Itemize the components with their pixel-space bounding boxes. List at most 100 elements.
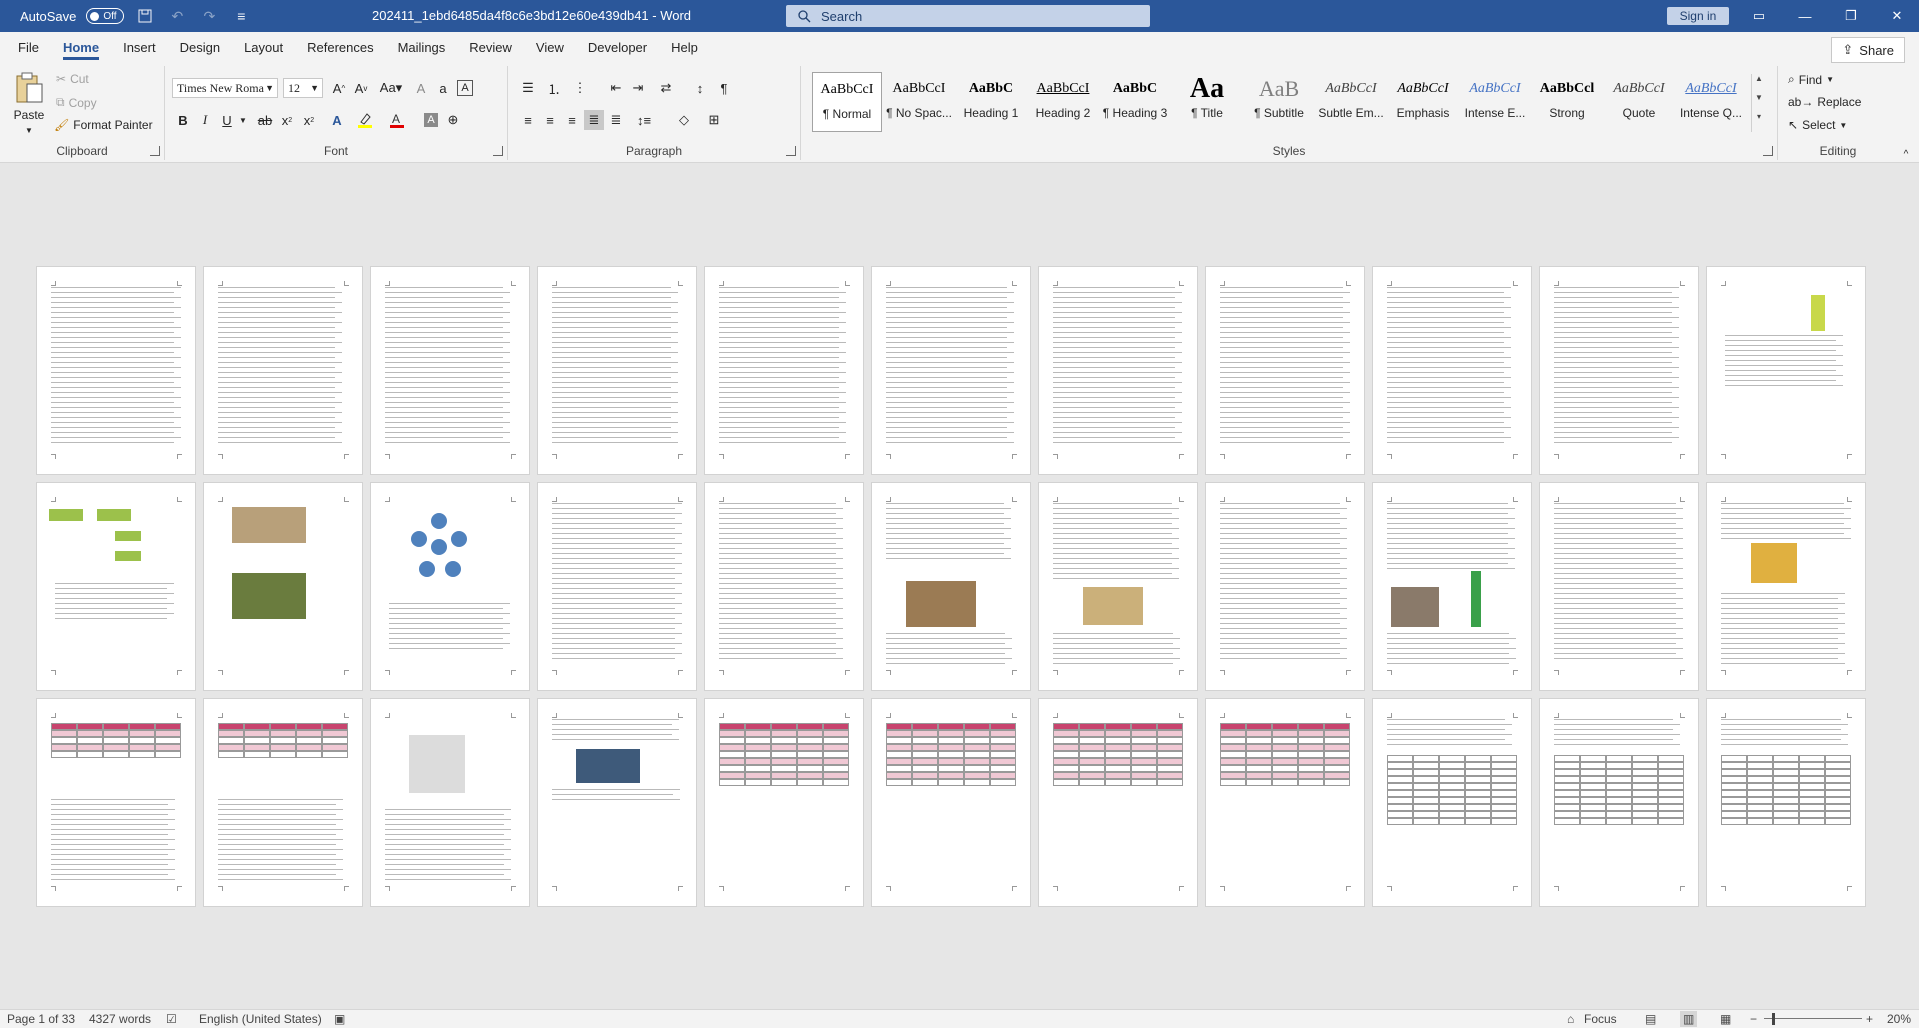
style-no-spacing[interactable]: AaBbCcI ¶ No Spac... (884, 72, 954, 132)
style-quote[interactable]: AaBbCcI Quote (1604, 72, 1674, 132)
distributed-icon[interactable]: ≣ (606, 110, 626, 130)
tab-design[interactable]: Design (168, 32, 232, 64)
chevron-down-icon[interactable]: ▼ (233, 110, 253, 130)
scroll-down-icon[interactable]: ▼ (1752, 93, 1766, 112)
style-heading-3[interactable]: AaBbC ¶ Heading 3 (1100, 72, 1170, 132)
clipboard-launcher-icon[interactable]: l (150, 146, 160, 156)
phonetic-guide-icon[interactable]: a (433, 78, 453, 98)
styles-gallery-scroll[interactable]: ▲ ▼ ▾ (1751, 74, 1766, 132)
replace-button[interactable]: ab→ Replace (1788, 95, 1861, 109)
style-heading-1[interactable]: AaBbC Heading 1 (956, 72, 1026, 132)
page-thumbnail[interactable] (705, 483, 863, 690)
page-thumbnail[interactable] (204, 483, 362, 690)
justify-icon[interactable]: ≣ (584, 110, 604, 130)
ribbon-display-options-icon[interactable]: ▭ (1736, 0, 1782, 32)
show-formatting-marks-icon[interactable]: ¶ (714, 78, 734, 98)
page-thumbnail[interactable] (204, 267, 362, 474)
autosave-toggle[interactable]: Off (86, 8, 125, 24)
highlight-icon[interactable] (355, 110, 375, 130)
minimize-icon[interactable]: — (1782, 0, 1828, 32)
page-count[interactable]: Page 1 of 33 (7, 1011, 75, 1027)
restore-icon[interactable]: ❐ (1828, 0, 1874, 32)
focus-icon[interactable]: ⌂ (1567, 1011, 1574, 1027)
select-button[interactable]: ↖ Select ▼ (1788, 118, 1847, 132)
page-thumbnail[interactable] (371, 699, 529, 906)
redo-icon[interactable]: ↷ (198, 5, 220, 27)
page-thumbnail[interactable] (1540, 699, 1698, 906)
paste-button[interactable]: Paste ▼ (10, 72, 48, 135)
word-count[interactable]: 4327 words (89, 1011, 151, 1027)
font-size-combo[interactable]: 12 ▼ (283, 78, 323, 98)
page-thumbnail[interactable] (1707, 267, 1865, 474)
page-thumbnail[interactable] (1373, 267, 1531, 474)
page-thumbnail[interactable] (872, 267, 1030, 474)
decrease-indent-icon[interactable]: ⇤ (606, 78, 626, 98)
page-thumbnail[interactable] (371, 267, 529, 474)
tab-references[interactable]: References (295, 32, 385, 64)
style-title[interactable]: Aa ¶ Title (1172, 72, 1242, 132)
print-layout-icon[interactable]: ▥ (1680, 1011, 1698, 1027)
page-thumbnail[interactable] (1707, 483, 1865, 690)
styles-launcher-icon[interactable]: l (1763, 146, 1773, 156)
proofing-icon[interactable]: ☑ (166, 1011, 177, 1027)
page-thumbnail[interactable] (1373, 699, 1531, 906)
shrink-font-icon[interactable]: Av (351, 78, 371, 98)
tab-view[interactable]: View (524, 32, 576, 64)
bold-icon[interactable]: B (173, 110, 193, 130)
page-thumbnail[interactable] (1039, 483, 1197, 690)
borders-icon[interactable]: ⊞ (704, 110, 724, 130)
copy-button[interactable]: ⧉ Copy (56, 95, 97, 110)
macro-record-icon[interactable]: ▣ (334, 1011, 345, 1027)
page-thumbnail[interactable] (705, 699, 863, 906)
numbering-icon[interactable]: ⒈ (544, 78, 564, 98)
style-subtle-emphasis[interactable]: AaBbCcI Subtle Em... (1316, 72, 1386, 132)
page-thumbnail[interactable] (1039, 699, 1197, 906)
strikethrough-icon[interactable]: ab (255, 110, 275, 130)
expand-gallery-icon[interactable]: ▾ (1752, 112, 1766, 131)
align-left-icon[interactable]: ≡ (518, 110, 538, 130)
page-thumbnail[interactable] (37, 699, 195, 906)
find-button[interactable]: ⌕ Find ▼ (1788, 72, 1834, 87)
align-right-icon[interactable]: ≡ (562, 110, 582, 130)
text-effects-icon[interactable]: A (327, 110, 347, 130)
sign-in-button[interactable]: Sign in (1667, 7, 1729, 25)
cut-button[interactable]: ✂ Cut (56, 72, 89, 86)
shading-icon[interactable]: ◇ (674, 110, 694, 130)
page-thumbnail[interactable] (1206, 483, 1364, 690)
customize-qat-icon[interactable]: ≡ (230, 5, 252, 27)
increase-indent-icon[interactable]: ⇥ (628, 78, 648, 98)
style-intense-quote[interactable]: AaBbCcI Intense Q... (1676, 72, 1746, 132)
document-canvas[interactable] (0, 163, 1919, 1009)
subscript-icon[interactable]: x2 (277, 110, 297, 130)
zoom-out-icon[interactable]: − (1750, 1011, 1757, 1027)
page-thumbnail[interactable] (1206, 267, 1364, 474)
tab-file[interactable]: File (6, 32, 51, 64)
sort-direction-icon[interactable]: ⇄ (656, 78, 676, 98)
search-box[interactable]: Search (786, 5, 1150, 27)
superscript-icon[interactable]: x2 (299, 110, 319, 130)
page-thumbnail[interactable] (872, 699, 1030, 906)
page-thumbnail[interactable] (1039, 267, 1197, 474)
save-icon[interactable] (134, 5, 156, 27)
zoom-level[interactable]: 20% (1887, 1011, 1911, 1027)
style-heading-2[interactable]: AaBbCcI Heading 2 (1028, 72, 1098, 132)
language-indicator[interactable]: English (United States) (199, 1011, 322, 1027)
page-thumbnail[interactable] (204, 699, 362, 906)
tab-home[interactable]: Home (51, 32, 111, 64)
line-spacing-icon[interactable]: ↕≡ (634, 110, 654, 130)
sort-icon[interactable]: ↕ (690, 78, 710, 98)
tab-insert[interactable]: Insert (111, 32, 168, 64)
style-strong[interactable]: AaBbCcl Strong (1532, 72, 1602, 132)
change-case-icon[interactable]: Aa▾ (377, 78, 405, 98)
style-subtitle[interactable]: AaB ¶ Subtitle (1244, 72, 1314, 132)
style-normal[interactable]: AaBbCcI ¶ Normal (812, 72, 882, 132)
page-thumbnail[interactable] (705, 267, 863, 474)
close-icon[interactable]: ✕ (1874, 0, 1919, 32)
paragraph-launcher-icon[interactable]: l (786, 146, 796, 156)
tab-help[interactable]: Help (659, 32, 710, 64)
font-name-combo[interactable]: Times New Roma ▼ (172, 78, 278, 98)
bullets-icon[interactable]: ☰ (518, 78, 538, 98)
page-thumbnail[interactable] (1707, 699, 1865, 906)
style-intense-emphasis[interactable]: AaBbCcI Intense E... (1460, 72, 1530, 132)
page-thumbnail[interactable] (538, 699, 696, 906)
